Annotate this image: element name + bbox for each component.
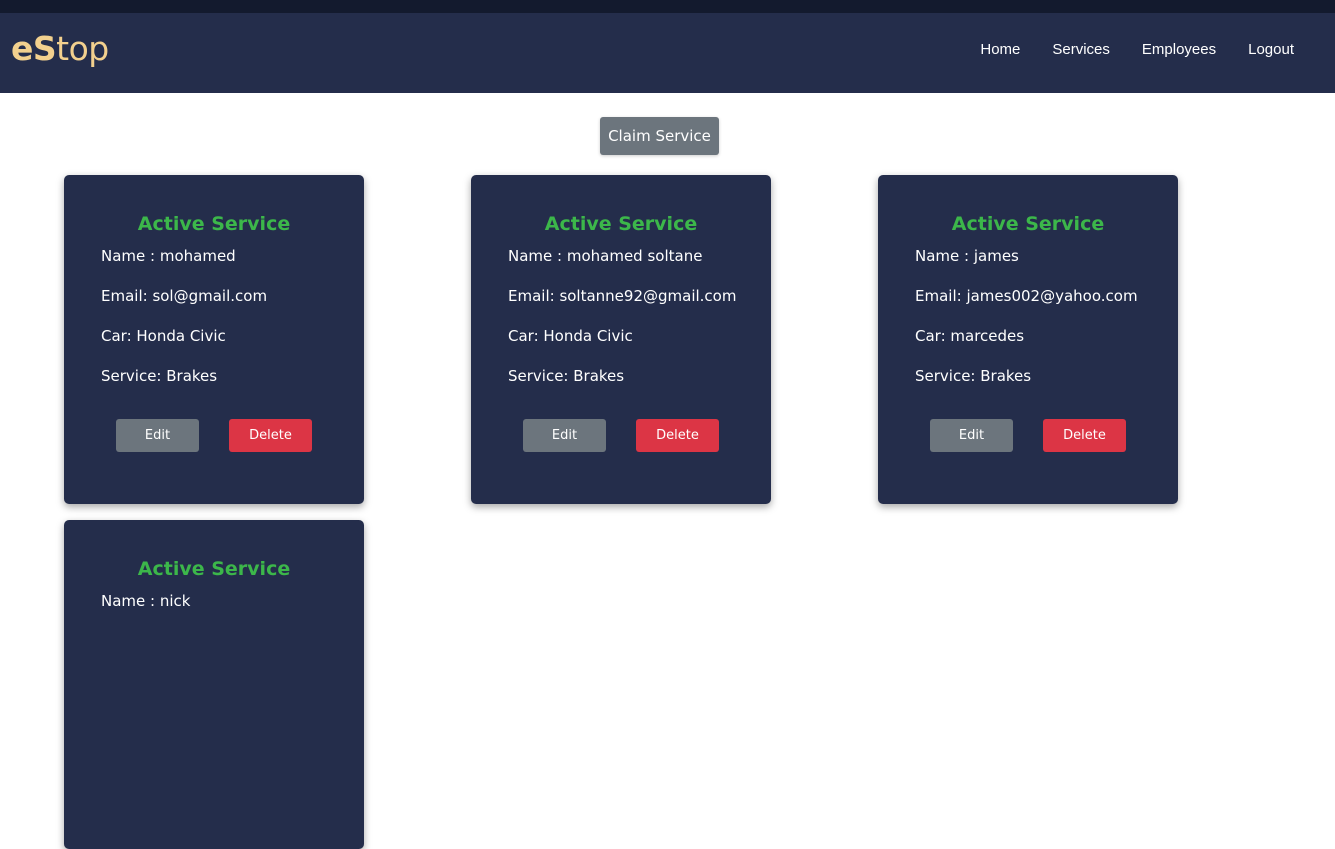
service-type: Service: Brakes bbox=[101, 367, 218, 385]
customer-name: Name : mohamed bbox=[101, 247, 236, 265]
logo-rest-part: top bbox=[56, 29, 109, 68]
edit-button[interactable]: Edit bbox=[116, 419, 199, 452]
customer-car: Car: marcedes bbox=[915, 327, 1025, 345]
card-title: Active Service bbox=[544, 213, 698, 235]
nav-links: Home Services Employees Logout bbox=[980, 0, 1294, 98]
customer-car: Car: Honda Civic bbox=[508, 327, 633, 345]
customer-email: Email: sol@gmail.com bbox=[101, 287, 268, 305]
nav-home-link[interactable]: Home bbox=[980, 41, 1020, 58]
customer-email: Email: soltanne92@gmail.com bbox=[508, 287, 737, 305]
delete-button[interactable]: Delete bbox=[229, 419, 312, 452]
delete-button[interactable]: Delete bbox=[636, 419, 719, 452]
card-title: Active Service bbox=[137, 213, 291, 235]
customer-name: Name : mohamed soltane bbox=[508, 247, 703, 265]
logo-bold-part: eS bbox=[11, 29, 57, 68]
service-card: Active Service Name : mohamed Email: sol… bbox=[64, 175, 364, 504]
service-type: Service: Brakes bbox=[508, 367, 625, 385]
service-card: Active Service Name : mohamed soltane Em… bbox=[471, 175, 771, 504]
edit-button[interactable]: Edit bbox=[930, 419, 1013, 452]
service-card: Active Service Name : nick bbox=[64, 520, 364, 849]
service-card: Active Service Name : james Email: james… bbox=[878, 175, 1178, 504]
customer-email: Email: james002@yahoo.com bbox=[915, 287, 1138, 305]
customer-car: Car: Honda Civic bbox=[101, 327, 226, 345]
edit-button[interactable]: Edit bbox=[523, 419, 606, 452]
service-type: Service: Brakes bbox=[915, 367, 1032, 385]
nav-logout-link[interactable]: Logout bbox=[1248, 41, 1294, 58]
customer-name: Name : james bbox=[915, 247, 1019, 265]
card-title: Active Service bbox=[137, 558, 291, 580]
nav-services-link[interactable]: Services bbox=[1052, 41, 1110, 58]
delete-button[interactable]: Delete bbox=[1043, 419, 1126, 452]
card-title: Active Service bbox=[951, 213, 1105, 235]
nav-employees-link[interactable]: Employees bbox=[1142, 41, 1216, 58]
navbar: eStop Home Services Employees Logout bbox=[0, 13, 1335, 93]
brand-logo[interactable]: eStop bbox=[11, 29, 109, 69]
customer-name: Name : nick bbox=[101, 592, 191, 610]
claim-service-button[interactable]: Claim Service bbox=[600, 117, 719, 155]
